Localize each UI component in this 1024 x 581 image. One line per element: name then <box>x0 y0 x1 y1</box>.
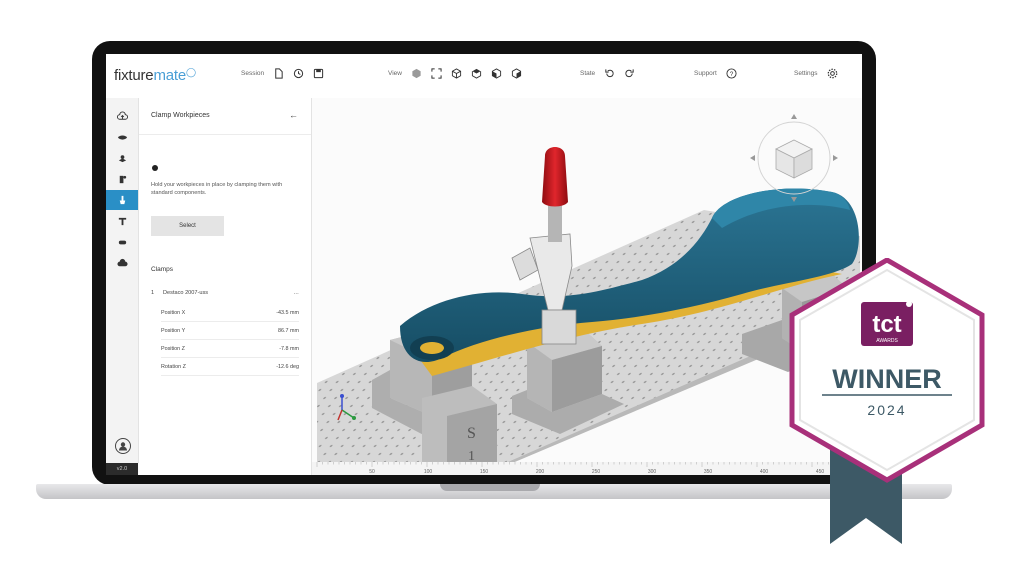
view-solid-icon[interactable] <box>411 68 422 79</box>
svg-text:?: ? <box>729 71 733 78</box>
ruler-label: 100 <box>424 469 433 475</box>
version-label: v2.0 <box>106 463 138 475</box>
clamps-heading: Clamps <box>151 266 174 273</box>
ruler-label: 350 <box>704 469 713 475</box>
tool-rail <box>106 98 139 463</box>
new-file-icon[interactable] <box>273 68 284 79</box>
property-row: Position Y 86.7 mm <box>161 323 299 340</box>
clamp-more-icon[interactable]: … <box>293 290 299 296</box>
baseplate-icon[interactable] <box>106 148 138 168</box>
panel-description: Hold your workpieces in place by clampin… <box>151 182 283 196</box>
ruler-label: 200 <box>536 469 545 475</box>
view-label: View <box>388 70 402 77</box>
winner-text: WINNER <box>832 364 942 394</box>
label-tool-icon[interactable] <box>106 232 138 252</box>
select-button[interactable]: Select <box>151 216 224 236</box>
engraving-1: 1 <box>468 449 475 464</box>
award-badge: tct AWARDS WINNER 2024 <box>789 258 985 544</box>
logo-text: fixture <box>114 67 154 84</box>
ruler: 50 100 150 200 250 300 350 400 450 <box>312 462 862 475</box>
history-icon[interactable] <box>293 68 304 79</box>
session-label: Session <box>241 70 265 77</box>
property-value[interactable]: -7.8 mm <box>279 346 299 352</box>
clamp-name: Destaco 2007-uss <box>163 290 209 296</box>
top-toolbar: fixturemate◯ Session View State Support … <box>106 54 862 99</box>
support-label: Support <box>694 70 717 77</box>
clamp-list-item[interactable]: 1 Destaco 2007-uss … <box>151 290 299 296</box>
undo-icon[interactable] <box>604 68 615 79</box>
property-label: Position Z <box>161 346 185 352</box>
logo-accent-text: mate <box>153 67 187 84</box>
view-side-icon[interactable] <box>511 68 522 79</box>
property-label: Position X <box>161 310 186 316</box>
property-value[interactable]: -43.5 mm <box>276 310 299 316</box>
property-row: Position X -43.5 mm <box>161 305 299 322</box>
view-fit-icon[interactable] <box>431 68 442 79</box>
property-value[interactable]: 86.7 mm <box>278 328 299 334</box>
engraving-s: S <box>467 425 476 442</box>
property-label: Rotation Z <box>161 364 186 370</box>
user-avatar-icon[interactable] <box>115 438 131 454</box>
clamp-index: 1 <box>151 290 155 296</box>
view-group: View <box>388 68 522 79</box>
view-top-icon[interactable] <box>471 68 482 79</box>
property-row: Rotation Z -12.6 deg <box>161 359 299 376</box>
3d-scene: S 1 50 100 150 200 250 300 350 400 450 <box>312 114 862 475</box>
upload-icon[interactable] <box>106 106 138 126</box>
state-label: State <box>580 70 596 77</box>
view-front-icon[interactable] <box>491 68 502 79</box>
property-value[interactable]: -12.6 deg <box>276 364 299 370</box>
export-icon[interactable] <box>106 253 138 273</box>
tct-logo-text: tct <box>872 311 901 338</box>
view-iso-icon[interactable] <box>451 68 462 79</box>
redo-icon[interactable] <box>624 68 635 79</box>
locator-icon[interactable] <box>106 211 138 231</box>
ruler-label: 150 <box>480 469 489 475</box>
help-icon[interactable]: ? <box>726 68 737 79</box>
settings-group: Settings <box>794 68 838 79</box>
panel-divider <box>139 134 311 135</box>
orient-icon[interactable] <box>106 127 138 147</box>
gear-icon[interactable] <box>827 68 838 79</box>
year-text: 2024 <box>867 402 906 418</box>
clamp-handle[interactable] <box>542 147 568 207</box>
3d-viewport[interactable]: S 1 50 100 150 200 250 300 350 400 450 <box>312 98 862 475</box>
ruler-label: 300 <box>648 469 657 475</box>
property-row: Position Z -7.8 mm <box>161 341 299 358</box>
settings-label: Settings <box>794 70 818 77</box>
laptop-notch <box>440 484 540 491</box>
state-group: State <box>580 68 635 79</box>
laptop-frame: fixturemate◯ Session View State Support … <box>92 41 876 485</box>
property-label: Position Y <box>161 328 186 334</box>
save-icon[interactable] <box>313 68 324 79</box>
ruler-label: 50 <box>369 469 375 475</box>
logo-mark-icon: ◯ <box>186 67 196 77</box>
clamp-tool-icon[interactable] <box>106 190 138 210</box>
panel-title: Clamp Workpieces <box>151 112 210 119</box>
pedestal-front[interactable]: S 1 <box>422 386 497 475</box>
info-icon <box>152 165 158 171</box>
app-window: fixturemate◯ Session View State Support … <box>106 54 862 475</box>
tct-awards-text: AWARDS <box>876 338 898 344</box>
support-group: Support ? <box>694 68 737 79</box>
ruler-label: 250 <box>592 469 601 475</box>
back-arrow-icon[interactable]: ← <box>289 110 298 120</box>
session-group: Session <box>241 68 324 79</box>
clamp-panel: Clamp Workpieces ← Hold your workpieces … <box>139 98 312 475</box>
app-logo: fixturemate◯ <box>114 67 196 84</box>
support-tool-icon[interactable] <box>106 169 138 189</box>
ruler-label: 400 <box>760 469 769 475</box>
